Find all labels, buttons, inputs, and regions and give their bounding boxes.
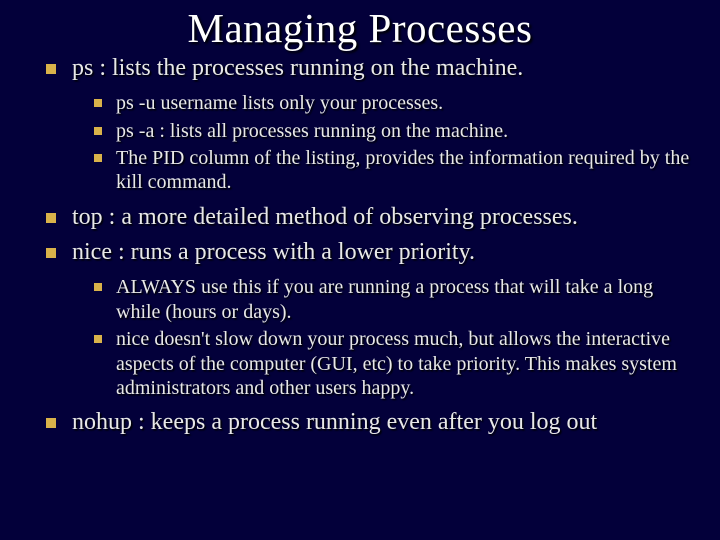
sublist-ps: ps -u username lists only your processes… bbox=[72, 91, 692, 195]
sublist-nice: ALWAYS use this if you are running a pro… bbox=[72, 275, 692, 400]
sub-nice-cmd: nice bbox=[116, 328, 149, 350]
bullet-top-text: : a more detailed method of observing pr… bbox=[103, 204, 578, 230]
bullet-top: top : a more detailed method of observin… bbox=[46, 203, 692, 232]
sub-nice-rest: doesn't slow down your process much, but… bbox=[116, 328, 677, 399]
sub-nice-slow: nice doesn't slow down your process much… bbox=[94, 327, 692, 400]
bullet-nohup: nohup : keeps a process running even aft… bbox=[46, 408, 692, 437]
sub-ps-a: ps -a : lists all processes running on t… bbox=[94, 119, 692, 143]
bullet-ps: ps : lists the processes running on the … bbox=[46, 54, 692, 195]
bullet-ps-cmd: ps bbox=[72, 55, 93, 81]
bullet-nice-text: : runs a process with a lower priority. bbox=[112, 239, 475, 265]
bullet-top-cmd: top bbox=[72, 204, 103, 230]
bullet-ps-text: : lists the processes running on the mac… bbox=[93, 55, 523, 81]
bullet-nice: nice : runs a process with a lower prior… bbox=[46, 238, 692, 400]
slide-title: Managing Processes bbox=[28, 4, 692, 52]
bullet-nohup-text: : keeps a process running even after you… bbox=[132, 409, 597, 435]
sub-ps-pid: The PID column of the listing, provides … bbox=[94, 146, 692, 195]
sub-nice-always: ALWAYS use this if you are running a pro… bbox=[94, 275, 692, 324]
slide: Managing Processes ps : lists the proces… bbox=[0, 0, 720, 540]
sub-ps-u: ps -u username lists only your processes… bbox=[94, 91, 692, 115]
bullet-nohup-cmd: nohup bbox=[72, 409, 132, 435]
bullet-nice-cmd: nice bbox=[72, 239, 112, 265]
bullet-list: ps : lists the processes running on the … bbox=[28, 54, 692, 438]
